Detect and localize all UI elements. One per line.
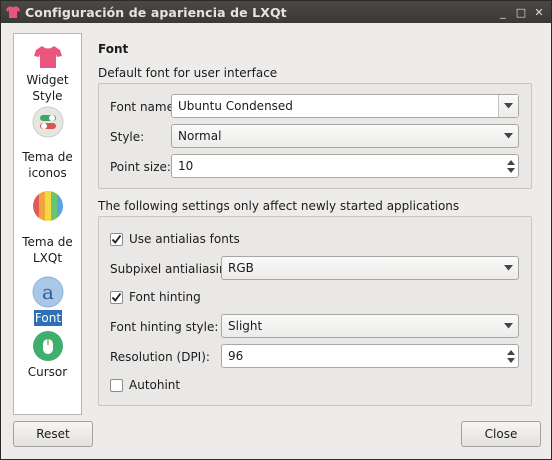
hinting-label: Font hinting [129, 290, 201, 304]
default-font-group: Font name: Ubuntu Condensed Style: Norma… [98, 83, 532, 189]
point-size-spinbox[interactable]: 10 [171, 154, 519, 178]
default-font-group-title: Default font for user interface [98, 66, 278, 80]
chevron-down-icon [498, 125, 518, 147]
close-window-button[interactable]: ✕ [531, 4, 547, 20]
antialias-checkbox[interactable] [110, 232, 123, 246]
page-title: Font [98, 42, 129, 56]
font-a-icon: a [32, 276, 64, 308]
hinting-checkbox-row[interactable]: Font hinting [110, 290, 201, 304]
font-name-combobox[interactable]: Ubuntu Condensed [171, 94, 519, 118]
dpi-spinbox[interactable]: 96 [221, 344, 519, 368]
checkmark-icon [111, 234, 122, 244]
hinting-style-combobox[interactable]: Slight [221, 314, 519, 338]
antialias-label: Use antialias fonts [129, 232, 240, 246]
dpi-value: 96 [228, 349, 244, 363]
font-name-label: Font name: [110, 100, 179, 114]
chevron-down-icon [498, 315, 518, 337]
spin-arrows-icon[interactable] [504, 155, 518, 177]
sidebar-item-font[interactable]: a Font [14, 276, 81, 326]
sidebar-item-label: Tema de iconos [22, 150, 73, 180]
toggle-icon [32, 106, 64, 138]
reset-button[interactable]: Reset [13, 421, 93, 447]
autohint-checkbox[interactable] [110, 378, 123, 392]
svg-text:a: a [42, 280, 54, 304]
new-apps-group-title: The following settings only affect newly… [98, 199, 460, 213]
window-title: Configuración de apariencia de LXQt [25, 4, 287, 20]
chevron-down-icon [498, 257, 518, 279]
hinting-style-value: Slight [228, 319, 263, 333]
sidebar-item-label: Tema de LXQt [22, 235, 73, 265]
antialias-checkbox-row[interactable]: Use antialias fonts [110, 232, 240, 246]
sidebar-item-label: Font [34, 310, 62, 326]
minimize-button[interactable]: _ [495, 4, 511, 20]
sidebar-item-lxqt-theme[interactable]: Tema de LXQt [14, 190, 81, 265]
checkmark-icon [111, 292, 122, 302]
tshirt-icon [5, 4, 21, 20]
title-bar[interactable]: Configuración de apariencia de LXQt _ □ … [1, 1, 551, 23]
subpixel-label: Subpixel antialiasing: [110, 262, 239, 276]
window-controls: _ □ ✕ [495, 4, 547, 20]
chevron-down-icon[interactable] [498, 95, 518, 117]
point-size-label: Point size: [110, 160, 171, 174]
style-combobox[interactable]: Normal [171, 124, 519, 148]
sidebar-item-label: Cursor [27, 365, 68, 379]
autohint-label: Autohint [129, 378, 181, 392]
point-size-value: 10 [178, 159, 194, 173]
subpixel-combobox[interactable]: RGB [221, 256, 519, 280]
spin-arrows-icon[interactable] [504, 345, 518, 367]
hinting-style-label: Font hinting style: [110, 320, 219, 334]
appearance-settings-window: Configuración de apariencia de LXQt _ □ … [0, 0, 552, 460]
category-list: Widget Style Tema de iconos Tema de LXQt… [13, 33, 82, 415]
sidebar-item-icon-theme[interactable]: Tema de iconos [14, 106, 81, 180]
close-button[interactable]: Close [461, 421, 541, 447]
subpixel-value: RGB [228, 261, 254, 275]
sidebar-item-label: Widget Style [26, 73, 69, 103]
tshirt-icon [32, 40, 64, 72]
style-label: Style: [110, 130, 145, 144]
dpi-label: Resolution (DPI): [110, 350, 210, 364]
new-apps-group: Use antialias fonts Subpixel antialiasin… [98, 216, 532, 406]
sidebar-item-cursor[interactable]: Cursor [14, 330, 81, 380]
sidebar-item-widget-style[interactable]: Widget Style [14, 40, 81, 103]
rainbow-icon [32, 190, 64, 222]
style-value: Normal [178, 129, 222, 143]
mouse-icon [32, 330, 64, 362]
autohint-checkbox-row[interactable]: Autohint [110, 378, 180, 392]
maximize-button[interactable]: □ [513, 4, 529, 20]
font-name-value: Ubuntu Condensed [178, 99, 293, 113]
hinting-checkbox[interactable] [110, 290, 123, 304]
